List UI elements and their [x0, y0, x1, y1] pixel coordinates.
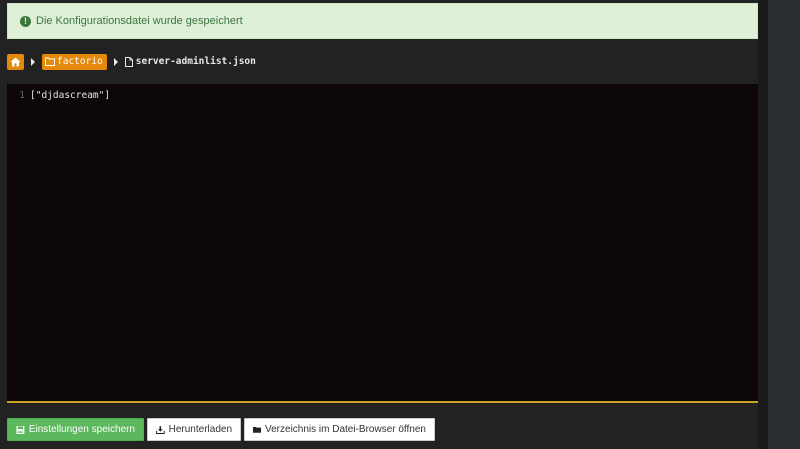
download-button[interactable]: Herunterladen [147, 418, 241, 441]
save-icon [16, 425, 25, 434]
line-number: 1 [19, 89, 25, 101]
folder-icon [45, 57, 55, 66]
page: ! Die Konfigurationsdatei wurde gespeich… [0, 0, 800, 449]
open-in-file-browser-button[interactable]: Verzeichnis im Datei-Browser öffnen [244, 418, 435, 441]
breadcrumb-file: server-adminlist.json [124, 56, 256, 67]
breadcrumb-folder[interactable]: factorio [42, 53, 107, 70]
editor-line: 1 ["djdascream"] [7, 88, 110, 102]
side-panel [768, 0, 800, 449]
breadcrumb-folder-label: factorio [57, 56, 103, 67]
folder-icon [253, 426, 261, 433]
line-content[interactable]: ["djdascream"] [30, 90, 110, 101]
chevron-right-icon [113, 57, 118, 66]
home-icon [10, 57, 21, 66]
download-label: Herunterladen [168, 424, 232, 435]
scroll-gutter [758, 0, 768, 449]
alert-message: Die Konfigurationsdatei wurde gespeicher… [36, 15, 243, 27]
breadcrumb: factorio server-adminlist.json [7, 53, 256, 70]
save-settings-button[interactable]: Einstellungen speichern [7, 418, 144, 441]
download-icon [156, 425, 165, 434]
exclamation-circle-icon: ! [20, 15, 31, 27]
breadcrumb-home[interactable] [7, 53, 24, 70]
action-bar: Einstellungen speichern Herunterladen Ve… [7, 418, 435, 441]
success-alert: ! Die Konfigurationsdatei wurde gespeich… [7, 3, 758, 39]
save-settings-label: Einstellungen speichern [28, 424, 135, 435]
open-in-file-browser-label: Verzeichnis im Datei-Browser öffnen [265, 424, 426, 435]
breadcrumb-file-label: server-adminlist.json [135, 56, 256, 67]
file-icon [124, 56, 133, 67]
code-editor[interactable]: 1 ["djdascream"] [7, 84, 758, 403]
chevron-right-icon [31, 57, 35, 66]
